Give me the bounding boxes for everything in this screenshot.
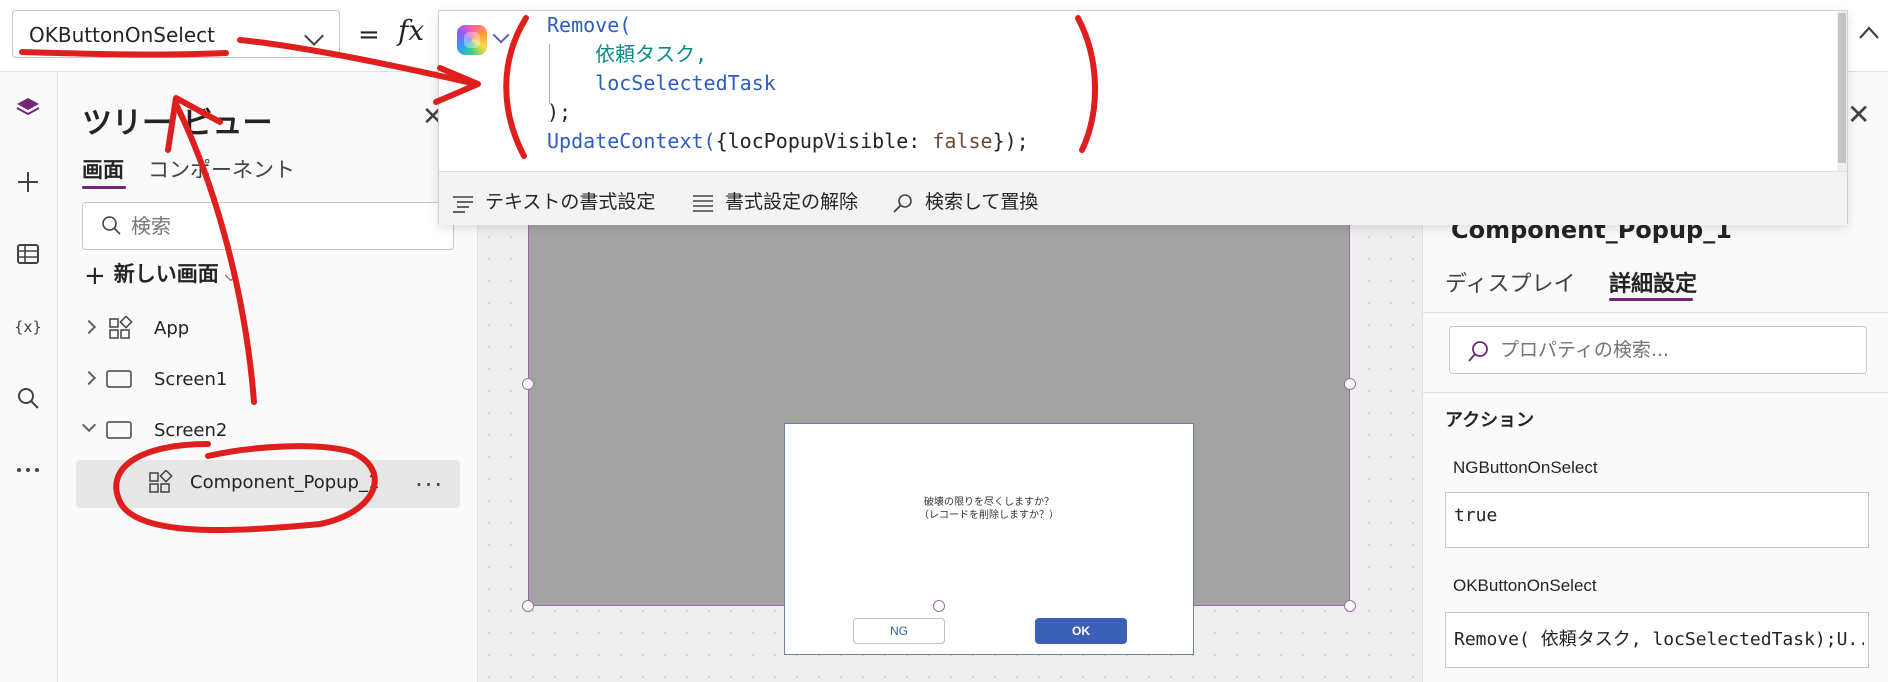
- close-icon[interactable]: ✕: [1847, 98, 1870, 131]
- tab-display[interactable]: ディスプレイ: [1445, 266, 1575, 298]
- chevron-right-icon[interactable]: [81, 370, 97, 386]
- tree-item-screen1[interactable]: Screen1: [70, 357, 466, 405]
- dialog-message: 破壊の限りを尽くしますか？ （レコードを削除しますか？）: [785, 496, 1193, 522]
- power-apps-studio: OKButtonOnSelect = fx {x} ツリー ビュー ✕ 画面 コ…: [0, 0, 1888, 682]
- formula-editor[interactable]: Remove( 依頼タスク, locSelectedTask); UpdateCo…: [438, 10, 1848, 225]
- ok-button[interactable]: OK: [1035, 618, 1127, 644]
- ok-button-onselect-field[interactable]: Remove( 依頼タスク, locSelectedTask);U...: [1445, 612, 1869, 668]
- dialog-message-line1: 破壊の限りを尽くしますか？: [924, 497, 1054, 508]
- format-text-icon: [453, 195, 473, 213]
- active-tab-indicator: [82, 186, 126, 189]
- active-tab-indicator: [1609, 298, 1693, 301]
- property-search-box[interactable]: [1449, 326, 1867, 374]
- tree-item-label: Screen1: [154, 369, 228, 390]
- remove-format-icon: [693, 194, 713, 212]
- tab-components[interactable]: コンポーネント: [148, 154, 295, 184]
- divider: [1423, 392, 1888, 393]
- app-icon: [109, 316, 133, 339]
- section-heading-actions: アクション: [1445, 410, 1535, 431]
- property-value: true: [1454, 505, 1498, 526]
- search-icon: [1468, 341, 1488, 362]
- remove-format-button[interactable]: 書式設定の解除: [691, 187, 858, 214]
- search-icon: [893, 193, 912, 213]
- resize-handle-left[interactable]: [522, 378, 534, 390]
- insert-plus-icon[interactable]: [8, 162, 48, 202]
- variables-icon[interactable]: {x}: [8, 306, 48, 346]
- divider: [1423, 312, 1888, 313]
- code-line-2: 依頼タスク,: [595, 42, 708, 66]
- editor-toolbar: テキストの書式設定 書式設定の解除 検索して置換: [439, 171, 1847, 225]
- chevron-down-icon: [304, 26, 324, 46]
- resize-handle-bottom[interactable]: [933, 600, 945, 612]
- popup-dialog: 破壊の限りを尽くしますか？ （レコードを削除しますか？） NG OK: [784, 423, 1194, 655]
- tree-item-label: Component_Popup_1: [190, 472, 380, 493]
- code-line-4: );: [547, 100, 572, 124]
- editor-scrollbar[interactable]: [1837, 11, 1847, 171]
- copilot-icon[interactable]: [457, 25, 487, 55]
- tree-item-app[interactable]: App: [70, 306, 466, 354]
- more-icon[interactable]: [8, 450, 48, 490]
- tab-advanced[interactable]: 詳細設定: [1609, 266, 1697, 298]
- tree-view-panel: ツリー ビュー ✕ 画面 コンポーネント +新しい画面⌵ App: [58, 72, 478, 682]
- code-line-1: Remove(: [547, 13, 632, 37]
- format-text-button[interactable]: テキストの書式設定: [451, 187, 655, 214]
- property-label: NGButtonOnSelect: [1453, 458, 1598, 477]
- chevron-down-icon[interactable]: [81, 417, 97, 433]
- search-icon: [102, 216, 121, 235]
- property-dropdown[interactable]: OKButtonOnSelect: [12, 10, 340, 58]
- ng-button[interactable]: NG: [853, 618, 945, 644]
- resize-handle-right[interactable]: [1344, 378, 1356, 390]
- chevron-up-icon[interactable]: [1856, 20, 1882, 46]
- property-search-input[interactable]: [1500, 337, 1850, 363]
- new-screen-button[interactable]: + 新しい画面 ⌵: [84, 258, 237, 291]
- scrollbar-thumb[interactable]: [1838, 13, 1846, 163]
- search-icon[interactable]: [8, 378, 48, 418]
- screen-icon: [106, 421, 132, 439]
- tree-item-label: Screen2: [154, 420, 228, 441]
- dialog-message-line2: （レコードを削除しますか？）: [919, 510, 1059, 521]
- find-replace-label: 検索して置換: [925, 191, 1039, 213]
- chevron-down-icon[interactable]: [492, 26, 510, 44]
- tree-search-input[interactable]: [131, 213, 431, 239]
- left-rail: {x}: [0, 72, 58, 682]
- tree-item-screen2[interactable]: Screen2: [70, 408, 466, 456]
- data-table-icon[interactable]: [8, 234, 48, 274]
- code-line-3: locSelectedTask: [595, 71, 776, 95]
- fx-icon[interactable]: fx: [398, 14, 424, 47]
- format-text-label: テキストの書式設定: [485, 191, 656, 213]
- formula-code[interactable]: Remove( 依頼タスク, locSelectedTask); UpdateCo…: [547, 11, 1029, 156]
- tree-search-box[interactable]: [82, 202, 454, 250]
- resize-handle-bottom-left[interactable]: [522, 600, 534, 612]
- property-dropdown-value: OKButtonOnSelect: [29, 23, 215, 47]
- remove-format-label: 書式設定の解除: [725, 191, 859, 213]
- code-line-5: UpdateContext({locPopupVisible: false});: [547, 129, 1029, 153]
- tree-item-component-popup-1[interactable]: Component_Popup_1 ...: [76, 460, 460, 508]
- find-replace-button[interactable]: 検索して置換: [891, 187, 1038, 214]
- chevron-right-icon[interactable]: [81, 319, 97, 335]
- chevron-down-icon: ⌵: [224, 266, 237, 285]
- plus-icon: +: [84, 261, 106, 291]
- screen-icon: [106, 370, 132, 388]
- new-screen-label: 新しい画面: [113, 262, 219, 286]
- ng-button-onselect-field[interactable]: true: [1445, 492, 1869, 548]
- tree-item-label: App: [154, 318, 190, 339]
- tree-view-title: ツリー ビュー: [82, 106, 273, 141]
- resize-handle-bottom-right[interactable]: [1344, 600, 1356, 612]
- property-label: OKButtonOnSelect: [1453, 576, 1597, 595]
- layers-icon[interactable]: [8, 88, 48, 128]
- svg-text:{x}: {x}: [14, 318, 42, 336]
- property-value: Remove( 依頼タスク, locSelectedTask);U...: [1454, 629, 1864, 650]
- equals-sign: =: [358, 20, 380, 50]
- component-icon: [149, 470, 173, 493]
- popup-component-overlay[interactable]: 破壊の限りを尽くしますか？ （レコードを削除しますか？） NG OK: [528, 224, 1350, 655]
- tab-screens[interactable]: 画面: [82, 154, 124, 184]
- more-options-icon[interactable]: ...: [415, 464, 444, 492]
